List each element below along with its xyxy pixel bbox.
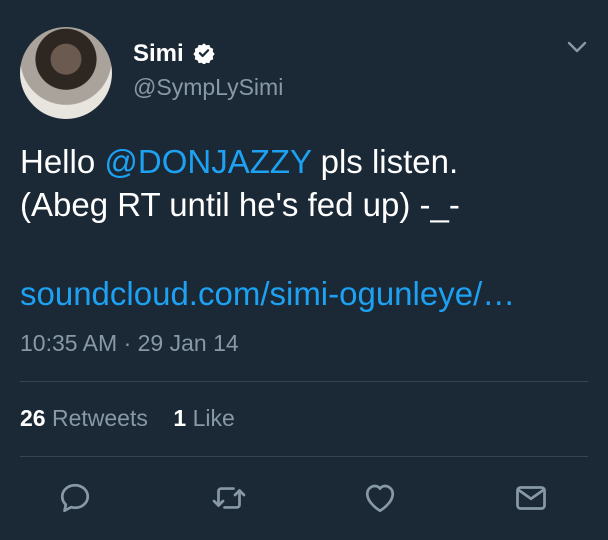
retweet-button[interactable] — [211, 480, 247, 516]
heart-icon — [365, 484, 395, 513]
likes-stat[interactable]: 1 Like — [173, 405, 234, 431]
reply-button[interactable] — [57, 480, 93, 516]
tweet-line-2: (Abeg RT until he's fed up) -_- — [20, 186, 460, 223]
display-name[interactable]: Simi — [133, 40, 184, 68]
user-handle[interactable]: @SympLySimi — [133, 74, 283, 101]
tweet-stats: 26 Retweets 1 Like — [20, 405, 235, 432]
tweet-timestamp: 10:35 AM · 29 Jan 14 — [20, 330, 239, 356]
retweets-count: 26 — [20, 405, 46, 431]
tweet-text: Hello @DONJAZZY pls listen. (Abeg RT unt… — [20, 140, 590, 226]
verified-badge-icon — [193, 43, 215, 64]
avatar[interactable] — [20, 27, 112, 119]
direct-message-button[interactable] — [513, 480, 549, 516]
tweet-line-1: Hello @DONJAZZY pls listen. — [20, 140, 590, 183]
likes-label: Like — [192, 405, 235, 431]
envelope-icon — [516, 486, 546, 510]
like-button[interactable] — [362, 480, 398, 516]
likes-count: 1 — [173, 405, 187, 431]
tweet-text-prefix: Hello — [20, 143, 105, 180]
retweets-stat[interactable]: 26 Retweets — [20, 405, 148, 431]
chevron-down-icon[interactable] — [566, 38, 588, 56]
soundcloud-link[interactable]: soundcloud.com/simi-ogunleye/… — [20, 275, 515, 313]
mention-link[interactable]: @DONJAZZY — [104, 143, 311, 180]
reply-icon — [60, 483, 90, 513]
tweet-text-suffix: pls listen. — [311, 143, 459, 180]
divider-top — [20, 381, 588, 382]
retweet-icon — [212, 487, 246, 509]
retweets-label: Retweets — [51, 405, 148, 431]
divider-bottom — [20, 456, 588, 457]
